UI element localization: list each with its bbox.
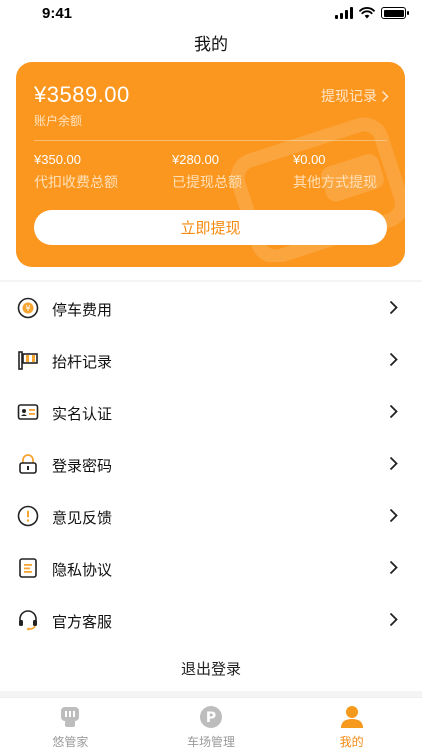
withdraw-record-label: 提现记录 bbox=[321, 88, 377, 104]
chevron-right-icon bbox=[389, 352, 398, 367]
withdraw-now-button[interactable]: 立即提现 bbox=[34, 210, 387, 245]
menu-item-parking-fees[interactable]: ¥ 停车费用 bbox=[0, 282, 422, 334]
chevron-right-icon bbox=[389, 300, 398, 315]
tab-butler[interactable]: 悠管家 bbox=[0, 698, 141, 750]
menu-item-privacy[interactable]: 隐私协议 bbox=[0, 542, 422, 594]
status-bar: 9:41 bbox=[0, 0, 422, 28]
user-icon bbox=[340, 706, 363, 728]
yen-coin-icon: ¥ bbox=[17, 297, 39, 319]
tab-label: 我的 bbox=[339, 735, 364, 749]
logout-button[interactable]: 退出登录 bbox=[0, 645, 422, 691]
menu-item-label: 隐私协议 bbox=[52, 562, 113, 579]
stat-withdrawn-total: ¥280.00 已提现总额 bbox=[172, 152, 242, 192]
chevron-right-icon bbox=[389, 612, 398, 627]
cellular-signal-icon bbox=[335, 7, 353, 19]
id-card-icon bbox=[17, 404, 39, 420]
menu-list: ¥ 停车费用 抬杆记录 实名认证 登录密码 意见反馈 隐私协议 官方客服 bbox=[0, 282, 422, 646]
menu-item-login-password[interactable]: 登录密码 bbox=[0, 438, 422, 490]
card-divider bbox=[34, 140, 387, 141]
menu-item-label: 官方客服 bbox=[52, 614, 113, 631]
tab-mine[interactable]: 我的 bbox=[281, 698, 422, 750]
stat-label: 代扣收费总额 bbox=[34, 174, 118, 190]
stat-value: ¥0.00 bbox=[293, 152, 326, 167]
menu-item-label: 停车费用 bbox=[52, 302, 113, 319]
tab-parking-management[interactable]: P 车场管理 bbox=[141, 698, 282, 750]
menu-item-real-name[interactable]: 实名认证 bbox=[0, 386, 422, 438]
wifi-icon bbox=[359, 7, 375, 19]
headset-icon bbox=[19, 610, 37, 631]
stat-other-withdraw: ¥0.00 其他方式提现 bbox=[293, 152, 377, 192]
menu-item-label: 实名认证 bbox=[52, 406, 113, 423]
status-icons bbox=[335, 7, 409, 19]
butler-icon bbox=[61, 707, 80, 727]
status-time: 9:41 bbox=[42, 5, 73, 22]
tab-label: 悠管家 bbox=[52, 735, 89, 749]
tab-label: 车场管理 bbox=[187, 735, 236, 749]
stat-label: 已提现总额 bbox=[172, 174, 242, 190]
stat-value: ¥280.00 bbox=[172, 152, 219, 167]
stat-deduction-total: ¥350.00 代扣收费总额 bbox=[34, 152, 118, 192]
battery-icon bbox=[381, 7, 409, 19]
wallet-card: ¥3589.00 账户余额 提现记录 ¥350.00 代扣收费总额 ¥280.0… bbox=[16, 62, 405, 267]
chevron-right-icon bbox=[381, 90, 389, 102]
menu-item-feedback[interactable]: 意见反馈 bbox=[0, 490, 422, 542]
parking-icon: P bbox=[200, 706, 222, 728]
svg-text:¥: ¥ bbox=[25, 304, 30, 313]
lock-icon bbox=[19, 454, 37, 474]
tab-bar: 悠管家 P 车场管理 我的 bbox=[0, 697, 422, 750]
chevron-right-icon bbox=[389, 560, 398, 575]
menu-item-customer-service[interactable]: 官方客服 bbox=[0, 594, 422, 646]
svg-text:P: P bbox=[206, 710, 216, 726]
stat-label: 其他方式提现 bbox=[293, 174, 377, 190]
chevron-right-icon bbox=[389, 456, 398, 471]
nav-bar: 我的 bbox=[0, 28, 422, 58]
barrier-gate-icon bbox=[18, 351, 38, 370]
menu-item-label: 登录密码 bbox=[52, 458, 113, 475]
withdraw-record-link[interactable]: 提现记录 bbox=[321, 86, 389, 106]
menu-item-label: 意见反馈 bbox=[52, 510, 113, 527]
menu-item-label: 抬杆记录 bbox=[52, 354, 113, 371]
chevron-right-icon bbox=[389, 404, 398, 419]
stat-value: ¥350.00 bbox=[34, 152, 81, 167]
balance-label: 账户余额 bbox=[34, 114, 83, 128]
chevron-right-icon bbox=[389, 508, 398, 523]
page-title: 我的 bbox=[194, 35, 228, 54]
menu-item-barrier-records[interactable]: 抬杆记录 bbox=[0, 334, 422, 386]
balance-amount: ¥3589.00 bbox=[34, 82, 130, 107]
exclamation-icon bbox=[17, 505, 39, 527]
document-icon bbox=[19, 558, 37, 578]
